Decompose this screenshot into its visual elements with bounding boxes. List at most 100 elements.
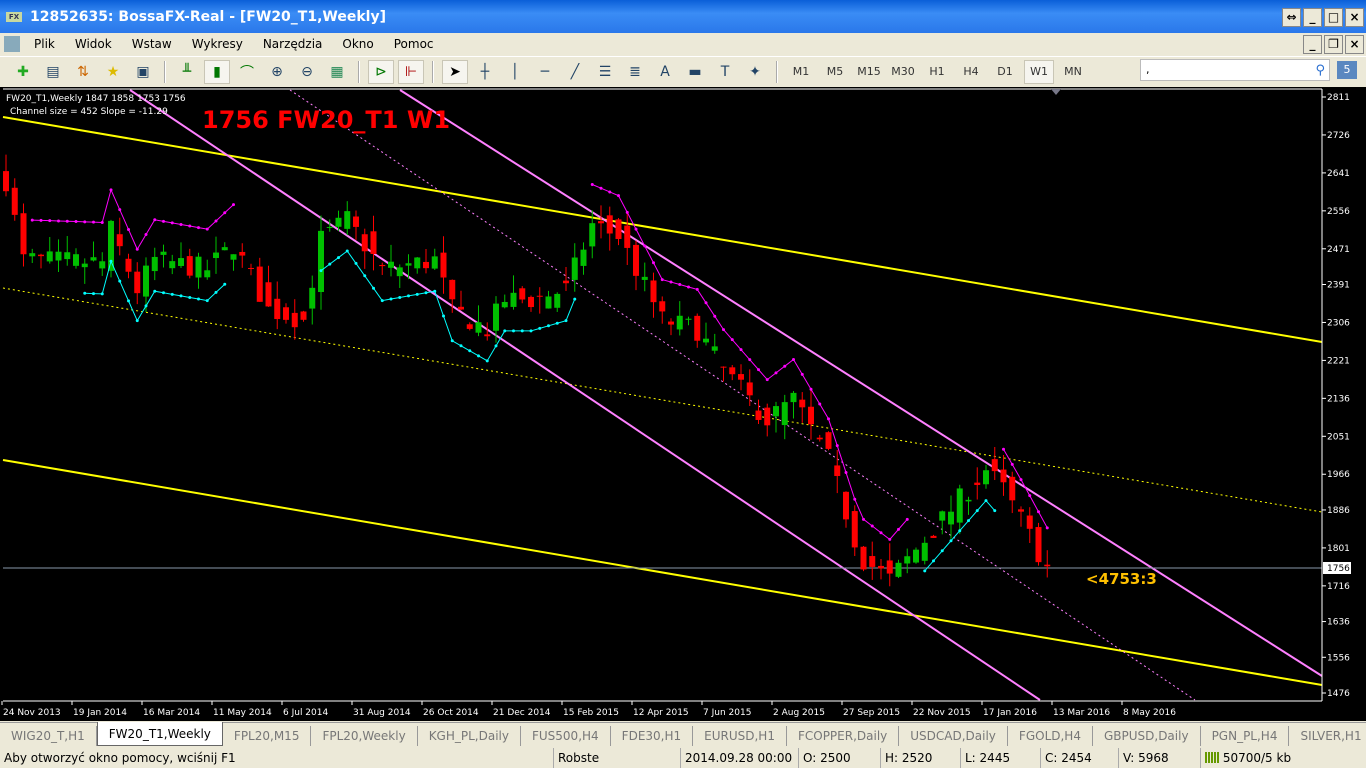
line-chart-icon[interactable]: ⌒ [234,60,260,84]
menu-okno[interactable]: Okno [332,37,383,51]
fibonacci-icon[interactable]: ≣ [622,60,648,84]
stop-up-line-dot [765,378,769,382]
stop-up-line-dot [83,220,87,224]
stop-down-line-dot [354,261,358,265]
tab-chart[interactable]: GBPUSD,Daily [1093,726,1201,746]
tf-m15[interactable]: M15 [854,60,884,84]
candle-body [843,491,849,520]
menu-widok[interactable]: Widok [65,37,122,51]
minimize-button[interactable]: _ [1303,8,1322,27]
tab-chart[interactable]: EURUSD,H1 [693,726,787,746]
tab-chart[interactable]: FPL20,M15 [223,726,312,746]
menu-plik[interactable]: Plik [24,37,65,51]
terminal-icon[interactable]: ▣ [130,60,156,84]
resize-icon[interactable]: ⇔ [1282,8,1301,27]
status-traffic: 50700/5 kb [1222,751,1292,765]
tab-chart[interactable]: FPL20,Weekly [311,726,418,746]
tf-d1[interactable]: D1 [990,60,1020,84]
child-restore-button[interactable]: ❐ [1324,35,1343,54]
label-icon[interactable]: ▬ [682,60,708,84]
text-label-icon[interactable]: T [712,60,738,84]
tab-chart[interactable]: KGH_PL,Daily [418,726,521,746]
stop-up-line-dot [722,328,725,332]
tf-w1[interactable]: W1 [1024,59,1054,84]
candle-body [878,565,884,569]
candle-body [335,217,342,227]
text-icon[interactable]: A [652,60,678,84]
price-tick-label: 2136 [1327,394,1350,404]
close-button[interactable]: × [1345,8,1364,27]
profiles-icon[interactable]: ▤ [40,60,66,84]
tf-mn[interactable]: MN [1058,60,1088,84]
favorites-icon[interactable]: ★ [100,60,126,84]
cursor-icon[interactable]: ➤ [442,59,468,84]
price-tick-label: 2221 [1327,356,1350,366]
stop-up-line-dot [1019,478,1023,482]
candle-body [20,213,27,255]
candle-body [81,263,88,268]
tab-chart[interactable]: FCOPPER,Daily [787,726,900,746]
stop-down-line-dot [144,304,148,308]
tab-chart[interactable]: FW20_T1,Weekly [96,722,223,746]
tile-windows-icon[interactable]: ▦ [324,60,350,84]
bar-chart-icon[interactable]: ╨ [174,60,200,84]
tab-chart[interactable]: FGOLD,H4 [1008,726,1093,746]
stop-down-line-dot [940,549,944,553]
autoscroll-icon[interactable]: ⊳ [368,59,394,84]
candle-body [773,406,779,417]
zoom-in-icon[interactable]: ⊕ [264,60,290,84]
menu-wstaw[interactable]: Wstaw [122,37,182,51]
stop-up-line-dot [809,387,813,391]
candle-body [965,499,972,502]
stop-down-line-dot [529,329,533,333]
child-close-button[interactable]: × [1345,35,1364,54]
tf-m30[interactable]: M30 [888,60,918,84]
market-watch-icon[interactable]: ⇅ [70,60,96,84]
tab-chart[interactable]: PGN_PL,H4 [1201,726,1290,746]
menu-pomoc[interactable]: Pomoc [384,37,444,51]
search-icon[interactable]: ⚲ [1315,61,1325,81]
candle-body [405,263,412,266]
trendline-icon[interactable]: ╱ [562,60,588,84]
candle-body [904,556,911,564]
chart-shift-icon[interactable]: ⊩ [398,59,424,84]
stop-up-line-dot [30,218,34,222]
date-tick-label: 2 Aug 2015 [773,708,825,718]
tf-h4[interactable]: H4 [956,60,986,84]
child-minimize-button[interactable]: _ [1303,35,1322,54]
tab-chart[interactable]: USDCAD,Daily [899,726,1008,746]
tab-chart[interactable]: FDE30,H1 [611,726,694,746]
search-input[interactable]: , ⚲ [1140,59,1330,81]
crosshair-icon[interactable]: ┼ [472,60,498,84]
channel-icon[interactable]: ☰ [592,60,618,84]
tab-chart[interactable]: WIG20_T,H1 [0,726,97,746]
notifications-icon[interactable]: 5 [1337,61,1357,79]
stop-up-line-dot [634,227,638,231]
tab-chart[interactable]: FUS500,H4 [521,726,611,746]
candle-body [326,226,333,228]
stop-up-line-dot [695,287,699,291]
tab-chart[interactable]: SILVER,H1 [1289,726,1366,746]
candle-chart-icon[interactable]: ▮ [204,59,230,84]
tf-h1[interactable]: H1 [922,60,952,84]
price-chart[interactable]: 2811 2726 2641 2556 2471 2391 2306 2221 2136 2051… [0,87,1366,721]
stop-down-line-dot [127,299,130,303]
candle-body [309,287,316,309]
price-tick-label: 1966 [1327,470,1350,480]
vertical-line-icon[interactable]: │ [502,60,528,84]
stop-up-line-dot [39,218,43,222]
tf-m1[interactable]: M1 [786,60,816,84]
new-chart-icon[interactable]: ✚ [10,60,36,84]
candle-body [668,321,674,325]
status-bar: Aby otworzyć okno pomocy, wciśnij F1 Rob… [0,748,1366,768]
menu-wykresy[interactable]: Wykresy [182,37,253,51]
zoom-out-icon[interactable]: ⊖ [294,60,320,84]
tf-m5[interactable]: M5 [820,60,850,84]
maximize-button[interactable]: □ [1324,8,1343,27]
chart-canvas[interactable]: 2811 2726 2641 2556 2471 2391 2306 2221 2136 2051… [0,87,1366,721]
candle-body [1044,564,1051,567]
candle-body [29,253,36,257]
horizontal-line-icon[interactable]: ─ [532,60,558,84]
menu-narzedzia[interactable]: Narzędzia [253,37,333,51]
arrows-icon[interactable]: ✦ [742,60,768,84]
